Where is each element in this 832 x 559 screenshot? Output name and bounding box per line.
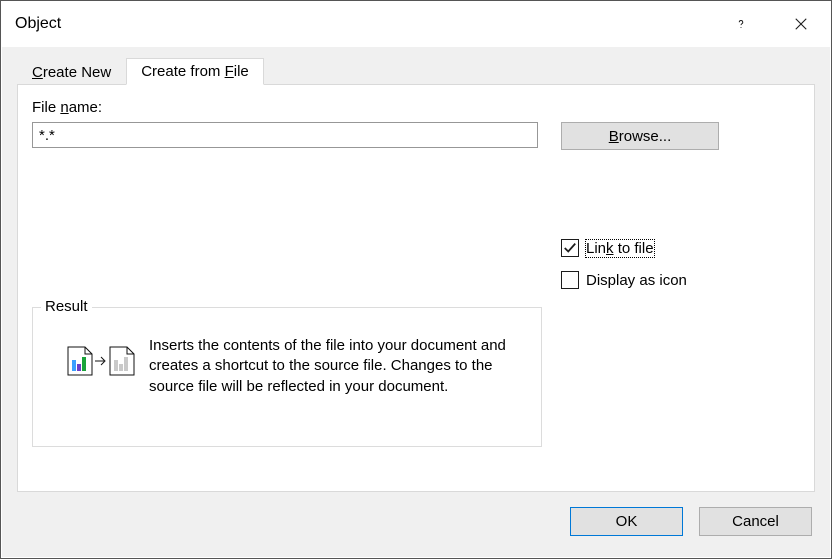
result-legend: Result xyxy=(41,298,92,315)
tab-create-new[interactable]: Create New xyxy=(17,58,126,85)
help-button[interactable] xyxy=(711,1,771,46)
link-to-file-checkbox-row[interactable]: Link to file xyxy=(561,239,654,257)
display-as-icon-checkbox[interactable] xyxy=(561,271,579,289)
dialog-title: Object xyxy=(15,15,711,33)
dialog-body: Create New Create from File File name: B… xyxy=(2,47,830,557)
tab-create-from-file[interactable]: Create from File xyxy=(126,58,264,85)
file-name-label: File name: xyxy=(32,99,102,116)
tab-strip: Create New Create from File xyxy=(17,58,815,85)
result-group: Result xyxy=(32,307,542,447)
display-as-icon-checkbox-row[interactable]: Display as icon xyxy=(561,271,687,289)
cancel-button[interactable]: Cancel xyxy=(699,507,812,536)
close-button[interactable] xyxy=(771,1,831,46)
result-text: Inserts the contents of the file into yo… xyxy=(149,336,527,397)
link-to-file-label: Link to file xyxy=(586,240,654,257)
display-as-icon-label: Display as icon xyxy=(586,272,687,289)
object-dialog: Object Create New Create from File File … xyxy=(0,0,832,559)
result-icon xyxy=(65,344,139,383)
dialog-footer: OK Cancel xyxy=(2,492,830,557)
tab-panel: File name: Browse... Link to file Displa… xyxy=(17,84,815,492)
titlebar: Object xyxy=(1,1,831,46)
file-name-input[interactable] xyxy=(32,122,538,148)
link-to-file-checkbox[interactable] xyxy=(561,239,579,257)
ok-button[interactable]: OK xyxy=(570,507,683,536)
browse-button[interactable]: Browse... xyxy=(561,122,719,150)
